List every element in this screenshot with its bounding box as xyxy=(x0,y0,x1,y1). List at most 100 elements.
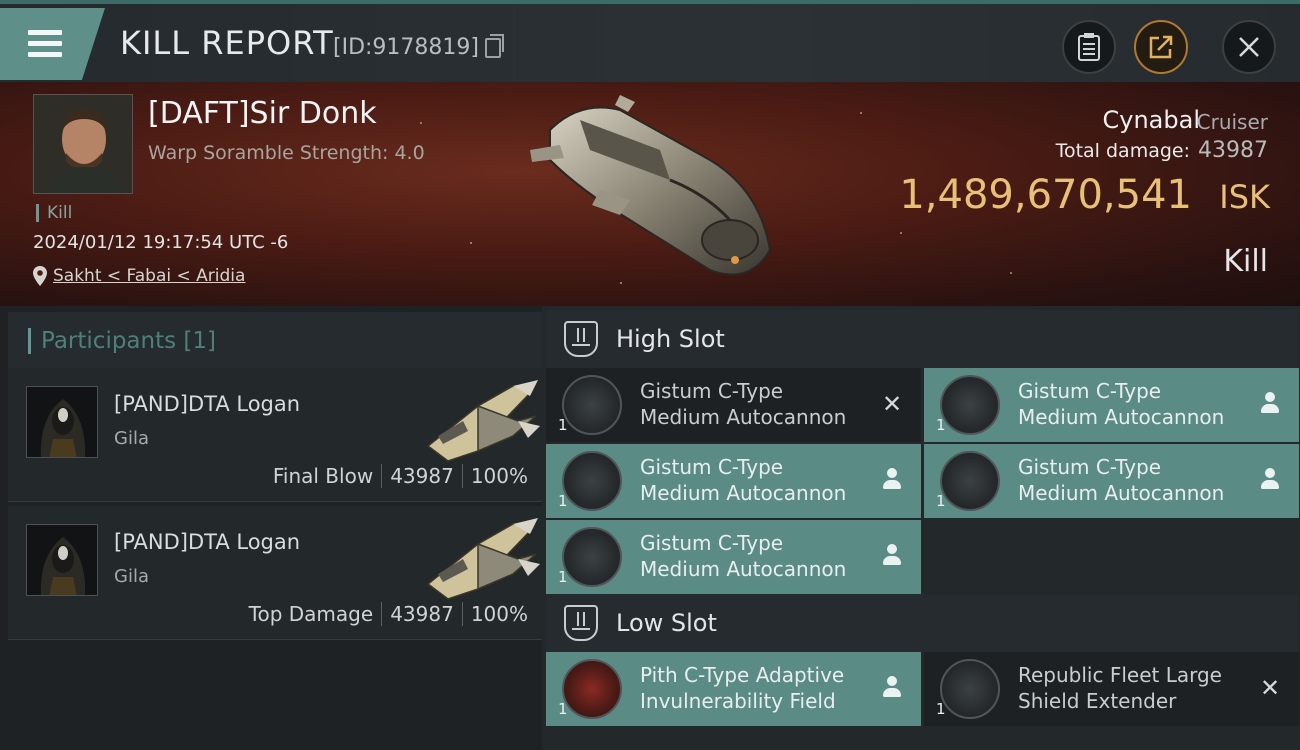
participant-damage: 43987 xyxy=(390,464,454,488)
participant-ship: Gila xyxy=(114,428,149,449)
module-item[interactable]: 1 Republic Fleet Large Shield Extender ✕ xyxy=(924,652,1299,726)
total-damage-value: 43987 xyxy=(1198,138,1268,163)
module-quantity: 1 xyxy=(936,700,946,718)
module-quantity: 1 xyxy=(558,492,568,510)
module-name: Gistum C-Type Medium Autocannon xyxy=(640,530,880,582)
victim-ship-image[interactable] xyxy=(520,90,780,290)
isk-unit: ISK xyxy=(1219,178,1270,216)
clipboard-icon xyxy=(1078,33,1100,61)
autocannon-icon xyxy=(562,527,622,587)
module-name-line1: Gistum C-Type xyxy=(640,455,784,479)
low-slot-label: Low Slot xyxy=(616,609,717,637)
menu-button[interactable] xyxy=(0,8,105,80)
participant-role: Top Damage xyxy=(248,602,374,626)
participant-row[interactable]: [PAND]DTA Logan Gila Final Blow 43987 10… xyxy=(8,368,542,502)
close-button[interactable] xyxy=(1222,20,1276,74)
location-link[interactable]: Sakht < Fabai < Aridia xyxy=(33,266,245,286)
kill-id: [ID:9178819] xyxy=(333,35,479,60)
module-name: Gistum C-Type Medium Autocannon xyxy=(1018,454,1258,506)
copy-icon[interactable] xyxy=(485,34,504,58)
module-name-line2: Medium Autocannon xyxy=(1018,481,1225,505)
victim-ship-class: Cruiser xyxy=(1196,110,1268,134)
victim-summary: [DAFT]Sir Donk Warp Soramble Strength: 4… xyxy=(0,82,1300,306)
location-text: Sakht < Fabai < Aridia xyxy=(53,266,246,286)
participant-stats: Top Damage 43987 100% xyxy=(249,602,528,626)
module-item[interactable]: 1 Pith C-Type Adaptive Invulnerability F… xyxy=(546,652,921,726)
victim-portrait[interactable] xyxy=(33,94,133,194)
participant-percent: 100% xyxy=(470,464,528,488)
module-name-line2: Medium Autocannon xyxy=(640,557,847,581)
isk-value: 1,489,670,541 xyxy=(899,172,1192,218)
autocannon-icon xyxy=(562,451,622,511)
dropped-person-icon xyxy=(1259,468,1281,492)
module-name-line1: Pith C-Type Adaptive xyxy=(640,663,845,687)
divider xyxy=(381,602,383,626)
module-quantity: 1 xyxy=(936,492,946,510)
participant-avatar[interactable] xyxy=(26,386,98,458)
module-quantity: 1 xyxy=(558,568,568,586)
high-slot-icon xyxy=(564,321,598,357)
victim-name[interactable]: [DAFT]Sir Donk xyxy=(148,96,377,131)
divider xyxy=(381,464,383,488)
high-slot-header: High Slot xyxy=(546,310,1298,368)
share-icon xyxy=(1149,35,1173,59)
module-name-line1: Gistum C-Type xyxy=(1018,455,1162,479)
fitting-panel: High Slot 1 Gistum C-Type Medium Autocan… xyxy=(542,306,1300,750)
module-name: Republic Fleet Large Shield Extender xyxy=(1018,662,1258,714)
participant-role: Final Blow xyxy=(272,464,374,488)
module-name: Gistum C-Type Medium Autocannon xyxy=(1018,378,1258,430)
module-item[interactable]: 1 Gistum C-Type Medium Autocannon xyxy=(546,520,921,594)
low-slot-icon xyxy=(564,605,598,641)
destroyed-icon: ✕ xyxy=(881,390,903,418)
module-quantity: 1 xyxy=(558,416,568,434)
hamburger-icon xyxy=(28,30,62,63)
module-name: Pith C-Type Adaptive Invulnerability Fie… xyxy=(640,662,880,714)
module-name: Gistum C-Type Medium Autocannon xyxy=(640,378,880,430)
autocannon-icon xyxy=(940,375,1000,435)
destroyed-icon: ✕ xyxy=(1259,674,1281,702)
share-button[interactable] xyxy=(1134,20,1188,74)
autocannon-icon xyxy=(940,451,1000,511)
clipboard-button[interactable] xyxy=(1062,20,1116,74)
total-damage-label: Total damage: xyxy=(1055,140,1190,162)
participant-damage: 43987 xyxy=(390,602,454,626)
module-item[interactable]: 1 Gistum C-Type Medium Autocannon ✕ xyxy=(546,368,921,442)
dropped-person-icon xyxy=(881,468,903,492)
participant-ship-image[interactable] xyxy=(418,514,543,604)
participants-title: Participants [1] xyxy=(28,328,216,354)
kill-tag: Kill xyxy=(36,204,72,222)
kill-datetime: 2024/01/12 19:17:54 UTC -6 xyxy=(33,232,289,253)
module-item[interactable]: 1 Gistum C-Type Medium Autocannon xyxy=(546,444,921,518)
participant-avatar[interactable] xyxy=(26,524,98,596)
shield-extender-icon xyxy=(940,659,1000,719)
module-name-line1: Gistum C-Type xyxy=(640,379,784,403)
close-icon xyxy=(1239,37,1259,57)
warp-scramble-strength: Warp Soramble Strength: 4.0 xyxy=(148,142,425,164)
participant-row[interactable]: [PAND]DTA Logan Gila Top Damage 43987 10… xyxy=(8,506,542,640)
module-name-line1: Republic Fleet Large xyxy=(1018,663,1222,687)
divider xyxy=(461,602,463,626)
module-item[interactable]: 1 Gistum C-Type Medium Autocannon xyxy=(924,444,1299,518)
autocannon-icon xyxy=(562,375,622,435)
title-bar: KILL REPORT [ID:9178819] xyxy=(0,0,1300,82)
module-item[interactable]: 1 Gistum C-Type Medium Autocannon xyxy=(924,368,1299,442)
participant-name[interactable]: [PAND]DTA Logan xyxy=(114,530,300,554)
dropped-person-icon xyxy=(1259,392,1281,416)
module-quantity: 1 xyxy=(558,700,568,718)
participant-ship: Gila xyxy=(114,566,149,587)
module-name-line1: Gistum C-Type xyxy=(1018,379,1162,403)
invulnerability-field-icon xyxy=(562,659,622,719)
participants-header: Participants [1] xyxy=(8,312,542,370)
dropped-person-icon xyxy=(881,676,903,700)
location-pin-icon xyxy=(33,266,47,286)
kill-type: Kill xyxy=(1223,244,1268,279)
participant-name[interactable]: [PAND]DTA Logan xyxy=(114,392,300,416)
participant-percent: 100% xyxy=(470,602,528,626)
participant-ship-image[interactable] xyxy=(418,376,543,466)
high-slot-label: High Slot xyxy=(616,325,725,353)
module-name-line1: Gistum C-Type xyxy=(640,531,784,555)
module-name-line2: Medium Autocannon xyxy=(640,481,847,505)
low-slot-header: Low Slot xyxy=(546,594,1298,652)
victim-ship-name[interactable]: Cynabal xyxy=(1103,106,1201,134)
divider xyxy=(461,464,463,488)
